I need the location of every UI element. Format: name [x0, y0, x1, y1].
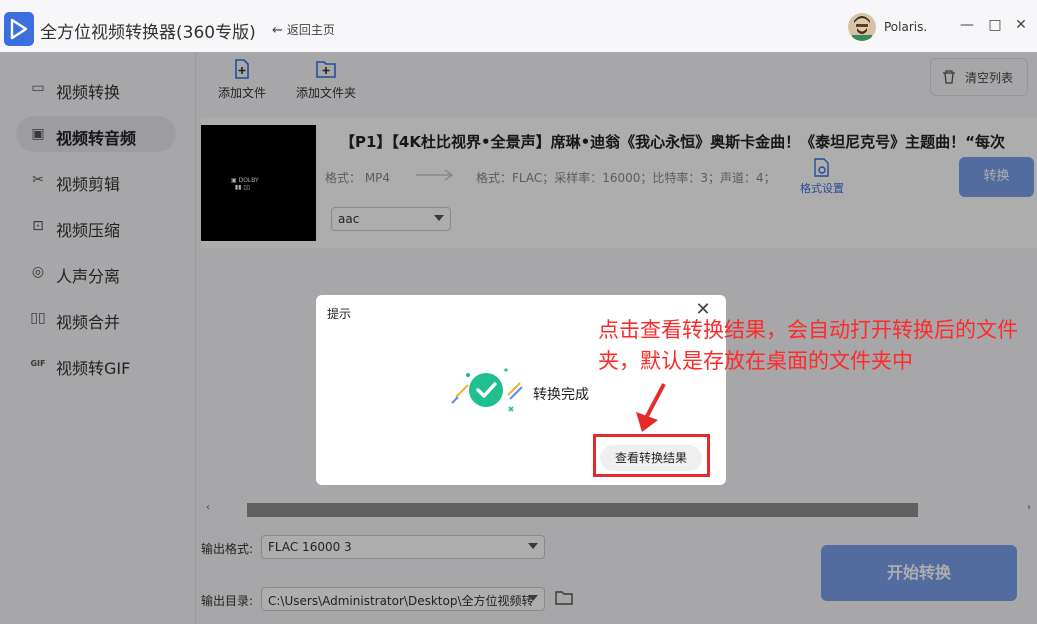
titlebar-uncovered	[0, 0, 1037, 52]
modal-overlay-toolbar	[196, 52, 1037, 114]
annotation-text: 点击查看转换结果，会自动打开转换后的文件夹，默认是存放在桌面的文件夹中	[598, 318, 1018, 373]
success-message: 转换完成	[533, 387, 589, 403]
annotation-highlight-box	[593, 434, 710, 477]
annotation-arrow-icon	[636, 383, 666, 432]
modal-overlay-sidebar	[0, 52, 196, 624]
dialog-title: 提示	[327, 307, 352, 321]
success-check-icon	[451, 368, 523, 412]
